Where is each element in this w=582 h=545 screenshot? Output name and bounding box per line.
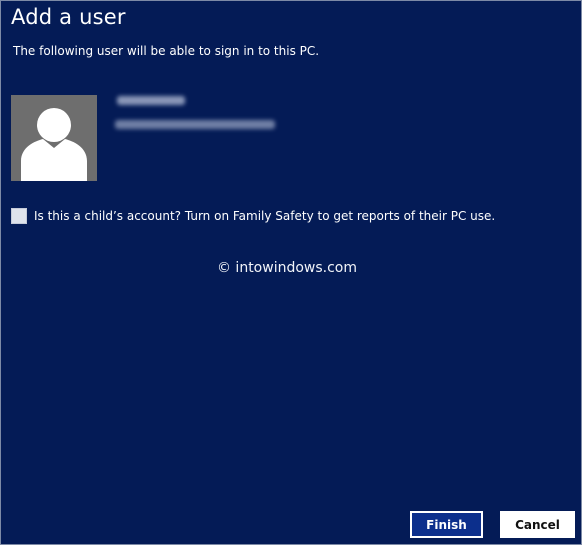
- finish-button[interactable]: Finish: [410, 511, 483, 538]
- dialog-subtitle: The following user will be able to sign …: [13, 44, 320, 58]
- user-name-redacted: [117, 96, 185, 105]
- child-account-label: Is this a child’s account? Turn on Famil…: [34, 209, 496, 223]
- page-title: Add a user: [11, 5, 126, 29]
- watermark: © intowindows.com: [216, 260, 358, 276]
- user-email-redacted: [115, 120, 275, 129]
- child-account-option[interactable]: Is this a child’s account? Turn on Famil…: [11, 207, 495, 225]
- add-user-dialog: Add a user The following user will be ab…: [0, 0, 582, 545]
- avatar: [11, 95, 97, 181]
- child-account-checkbox[interactable]: [11, 208, 27, 224]
- user-silhouette-icon: [21, 108, 87, 181]
- cancel-button[interactable]: Cancel: [500, 511, 575, 538]
